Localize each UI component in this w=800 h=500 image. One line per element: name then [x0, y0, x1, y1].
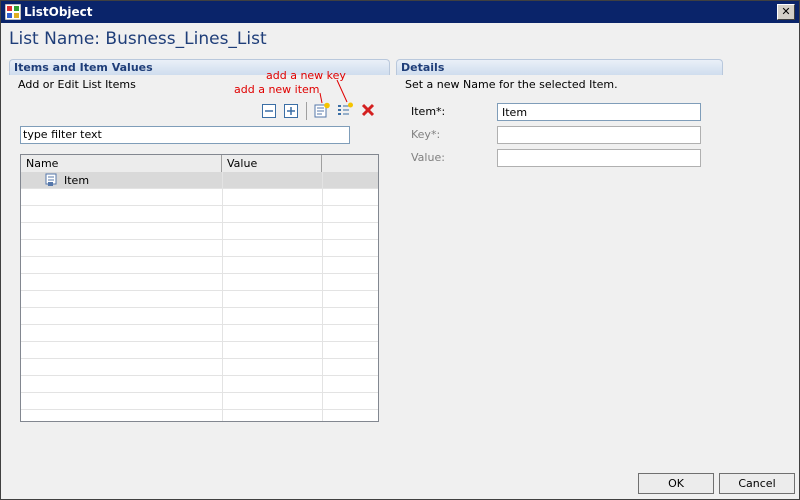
table-row-empty [21, 257, 378, 274]
ok-button[interactable]: OK [638, 473, 714, 494]
table-row-empty [21, 291, 378, 308]
expand-all-icon[interactable] [283, 103, 299, 119]
add-key-icon[interactable] [337, 102, 353, 118]
column-divider [322, 172, 323, 421]
toolbar-separator [306, 102, 307, 120]
column-divider [222, 172, 223, 421]
title-bar: ListObject ✕ [1, 1, 799, 23]
annotation-arrows [319, 79, 348, 104]
details-panel-header: Details [396, 59, 723, 75]
item-field-label: Item*: [411, 105, 446, 118]
table-row-empty [21, 376, 378, 393]
close-button[interactable]: ✕ [777, 4, 795, 20]
row-name: Item [64, 174, 90, 187]
table-row-empty [21, 206, 378, 223]
column-header-value[interactable]: Value [222, 155, 322, 172]
items-panel-subtitle: Add or Edit List Items [18, 78, 136, 91]
item-field[interactable]: Item [497, 103, 701, 121]
cancel-button[interactable]: Cancel [719, 473, 795, 494]
list-name-heading: List Name: Busness_Lines_List [9, 29, 267, 49]
table-row-empty [21, 240, 378, 257]
value-field-label: Value: [411, 151, 445, 164]
list-object-window: ListObject ✕ List Name: Busness_Lines_Li… [0, 0, 800, 500]
column-header-name[interactable]: Name [21, 155, 222, 172]
table-row-empty [21, 274, 378, 291]
collapse-all-icon[interactable] [261, 103, 277, 119]
window-title: ListObject [24, 5, 93, 19]
column-header-extra [322, 155, 378, 172]
add-item-icon[interactable] [314, 102, 330, 118]
key-field-label: Key*: [411, 128, 441, 141]
details-panel-subtitle: Set a new Name for the selected Item. [405, 78, 618, 91]
table-row-empty [21, 223, 378, 240]
table-row-empty [21, 359, 378, 376]
table-row[interactable]: Item [21, 172, 378, 189]
items-table: Name Value Item [20, 154, 379, 422]
app-icon [5, 4, 21, 20]
key-field[interactable] [497, 126, 701, 144]
value-field[interactable] [497, 149, 701, 167]
table-row-empty [21, 342, 378, 359]
delete-icon[interactable] [360, 102, 376, 118]
table-row-empty [21, 308, 378, 325]
table-row-empty [21, 325, 378, 342]
item-icon [45, 173, 57, 186]
table-row-empty [21, 393, 378, 410]
table-header: Name Value [21, 155, 378, 173]
table-row-empty [21, 189, 378, 206]
filter-input[interactable]: type filter text [20, 126, 350, 144]
